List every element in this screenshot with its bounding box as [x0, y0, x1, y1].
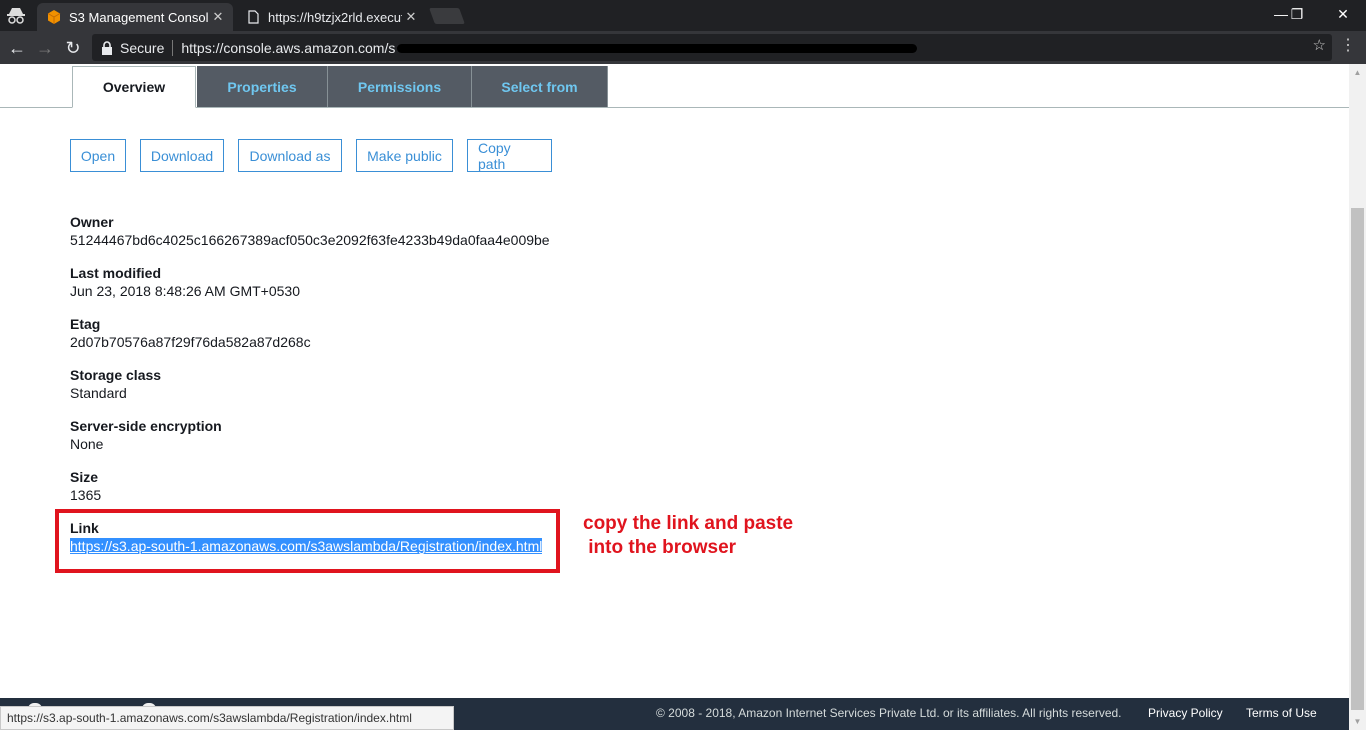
browser-tab-execute-api[interactable]: https://h9tzjx2rld.execute ✕: [236, 3, 426, 31]
page-scrollbar[interactable]: ▲ ▼: [1349, 64, 1366, 730]
new-tab-button[interactable]: [429, 8, 465, 24]
browser-toolbar: ← → ↻ Secure https://console.aws.amazon.…: [0, 31, 1366, 64]
page-icon: [248, 10, 259, 24]
open-button[interactable]: Open: [70, 139, 126, 172]
address-separator: [172, 39, 174, 56]
tab-overview[interactable]: Overview: [72, 66, 196, 108]
property-label: Storage class: [70, 367, 162, 383]
property-value: Jun 23, 2018 8:48:26 AM GMT+0530: [70, 283, 300, 299]
address-bar[interactable]: Secure https://console.aws.amazon.com/s: [92, 34, 1332, 61]
property-value: None: [70, 436, 104, 452]
tab-title: https://h9tzjx2rld.execute: [268, 9, 402, 25]
redacted-url: [397, 44, 918, 54]
object-actions: Open Download Download as Make public Co…: [70, 139, 566, 172]
close-window-icon[interactable]: ✕: [1320, 0, 1366, 28]
annotation-note: copy the link and paste into the browser: [583, 513, 794, 558]
property-value: 2d07b70576a87f29f76da582a87d268c: [70, 334, 311, 350]
address-url: https://console.aws.amazon.com/s: [181, 40, 918, 56]
scroll-down-icon[interactable]: ▼: [1349, 713, 1366, 730]
etag-property: Etag 2d07b70576a87f29f76da582a87d268c: [70, 315, 550, 366]
download-as-button[interactable]: Download as: [238, 139, 342, 172]
annotation-highlight-box: [55, 509, 560, 573]
privacy-policy-link[interactable]: Privacy Policy: [1148, 706, 1223, 720]
object-tabs: Overview Properties Permissions Select f…: [0, 66, 1349, 108]
browser-tab-s3-console[interactable]: S3 Management Console ✕: [37, 3, 233, 31]
scroll-up-icon[interactable]: ▲: [1349, 64, 1366, 81]
last-modified-property: Last modified Jun 23, 2018 8:48:26 AM GM…: [70, 264, 550, 315]
property-label: Server-side encryption: [70, 418, 222, 434]
scroll-thumb[interactable]: [1351, 208, 1364, 710]
forward-icon[interactable]: →: [32, 35, 58, 61]
tab-permissions[interactable]: Permissions: [328, 66, 472, 107]
tab-close-icon[interactable]: ✕: [402, 9, 420, 25]
browser-menu-icon[interactable]: ⋮: [1340, 35, 1356, 55]
secure-label: Secure: [120, 39, 165, 56]
copyright-text: © 2008 - 2018, Amazon Internet Services …: [656, 706, 1122, 720]
browser-status-bar: https://s3.ap-south-1.amazonaws.com/s3aw…: [0, 706, 454, 730]
property-label: Last modified: [70, 265, 162, 281]
property-label: Owner: [70, 214, 114, 230]
incognito-icon: [7, 8, 25, 24]
make-public-button[interactable]: Make public: [356, 139, 453, 172]
tab-title: S3 Management Console: [69, 9, 209, 25]
reload-icon[interactable]: ↻: [60, 35, 86, 61]
download-button[interactable]: Download: [140, 139, 224, 172]
copy-path-button[interactable]: Copy path: [467, 139, 552, 172]
tab-close-icon[interactable]: ✕: [209, 9, 227, 25]
property-label: Etag: [70, 316, 101, 332]
property-value: 1365: [70, 487, 102, 503]
tab-select-from[interactable]: Select from: [472, 66, 608, 107]
owner-property: Owner 51244467bd6c4025c166267389acf050c3…: [70, 213, 550, 264]
tab-properties[interactable]: Properties: [197, 66, 328, 107]
browser-tab-strip: S3 Management Console ✕ https://h9tzjx2r…: [0, 0, 1366, 31]
restore-icon[interactable]: ❐: [1274, 0, 1320, 28]
encryption-property: Server-side encryption None: [70, 417, 550, 468]
bookmark-star-icon[interactable]: ☆: [1313, 36, 1326, 54]
property-value: 51244467bd6c4025c166267389acf050c3e2092f…: [70, 232, 550, 248]
back-icon[interactable]: ←: [4, 35, 30, 61]
terms-of-use-link[interactable]: Terms of Use: [1246, 706, 1317, 720]
aws-cube-icon: [47, 10, 61, 24]
property-value: Standard: [70, 385, 127, 401]
storage-class-property: Storage class Standard: [70, 366, 550, 417]
property-label: Size: [70, 469, 99, 485]
lock-icon: [102, 40, 112, 55]
